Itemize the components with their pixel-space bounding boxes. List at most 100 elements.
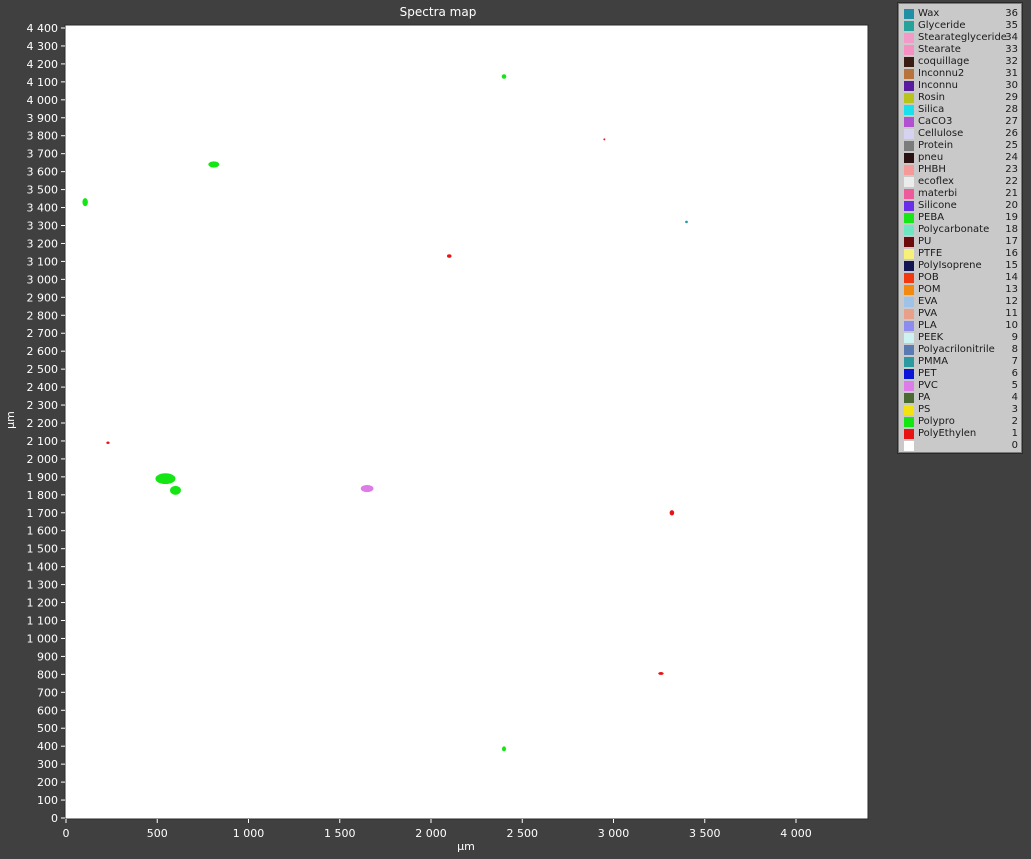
legend-item[interactable]: 0 (899, 440, 1021, 452)
particle-polyethylen[interactable] (603, 138, 606, 141)
legend-item[interactable]: materbi 21 (899, 188, 1021, 200)
legend-item[interactable]: Glyceride 35 (899, 20, 1021, 32)
legend-swatch (904, 369, 914, 379)
particle-polypro[interactable] (170, 485, 181, 495)
legend-item[interactable]: Inconnu 30 (899, 80, 1021, 92)
legend-item[interactable]: POB 14 (899, 272, 1021, 284)
legend-value: 34 (1005, 32, 1018, 43)
legend-value: 2 (1011, 416, 1018, 427)
particle-polypro[interactable] (155, 473, 176, 485)
legend-value: 16 (1005, 248, 1018, 259)
x-tick-label: 2 000 (415, 827, 447, 840)
legend-label: CaCO3 (918, 116, 953, 127)
legend-item[interactable]: PET 6 (899, 368, 1021, 380)
legend-item[interactable]: PA 4 (899, 392, 1021, 404)
legend-value: 19 (1005, 212, 1018, 223)
legend-swatch (904, 177, 914, 187)
legend-item[interactable]: PMMA 7 (899, 356, 1021, 368)
particle-polyethylen[interactable] (106, 441, 110, 445)
x-tick-label: 3 000 (598, 827, 630, 840)
legend-label: Protein (918, 140, 954, 151)
legend-label: PA (918, 392, 931, 403)
legend-swatch (904, 165, 914, 175)
y-tick-label: 3 200 (27, 237, 59, 250)
legend-item[interactable]: pneu 24 (899, 152, 1021, 164)
legend-item[interactable]: Wax 36 (899, 8, 1021, 20)
legend-item[interactable]: CaCO3 27 (899, 116, 1021, 128)
legend-item[interactable]: ecoflex 22 (899, 176, 1021, 188)
particle-pvc[interactable] (360, 484, 374, 493)
particle-polypro[interactable] (82, 198, 88, 207)
legend-item[interactable]: PVA 11 (899, 308, 1021, 320)
legend-swatch (904, 297, 914, 307)
legend-swatch (904, 333, 914, 343)
legend-swatch (904, 321, 914, 331)
legend-item[interactable]: Protein 25 (899, 140, 1021, 152)
x-tick-label: 4 000 (780, 827, 812, 840)
legend-value: 8 (1011, 344, 1018, 355)
legend-item[interactable]: EVA 12 (899, 296, 1021, 308)
legend-item[interactable]: PS 3 (899, 404, 1021, 416)
legend-swatch (904, 57, 914, 67)
y-tick-label: 2 300 (27, 399, 59, 412)
legend-label: PEEK (918, 332, 944, 343)
particle-polypro[interactable] (501, 746, 507, 752)
legend-value: 27 (1005, 116, 1018, 127)
legend-label: POM (918, 284, 941, 295)
legend-value: 30 (1005, 80, 1018, 91)
legend-label: Stearateglyceride (918, 32, 1007, 43)
legend-item[interactable]: Stearate 33 (899, 44, 1021, 56)
legend-value: 14 (1005, 272, 1018, 283)
particle-pmma[interactable] (685, 220, 688, 224)
y-tick-label: 1 600 (27, 525, 59, 538)
y-tick-label: 400 (37, 740, 58, 753)
legend-label: coquillage (918, 56, 970, 67)
legend-value: 4 (1011, 392, 1018, 403)
legend-item[interactable]: PHBH 23 (899, 164, 1021, 176)
particle-polyethylen[interactable] (446, 254, 452, 258)
legend-swatch (904, 225, 914, 235)
particle-polypro[interactable] (208, 161, 220, 168)
legend-item[interactable]: PEBA 19 (899, 212, 1021, 224)
legend-item[interactable]: PTFE 16 (899, 248, 1021, 260)
legend-value: 18 (1005, 224, 1018, 235)
y-tick-label: 600 (37, 704, 58, 717)
legend-item[interactable]: Stearateglyceride 34 (899, 32, 1021, 44)
y-tick-label: 3 800 (27, 130, 59, 143)
legend-label: PMMA (918, 356, 949, 367)
particle-polypro[interactable] (501, 74, 507, 79)
legend-item[interactable]: Silica 28 (899, 104, 1021, 116)
legend-item[interactable]: PVC 5 (899, 380, 1021, 392)
y-tick-label: 3 100 (27, 255, 59, 268)
legend-item[interactable]: Inconnu2 31 (899, 68, 1021, 80)
y-tick-label: 3 500 (27, 184, 59, 197)
legend-item[interactable]: PEEK 9 (899, 332, 1021, 344)
legend-value: 26 (1005, 128, 1018, 139)
legend-item[interactable]: PolyEthylen 1 (899, 428, 1021, 440)
particle-polyethylen[interactable] (658, 672, 664, 675)
legend-item[interactable]: Rosin 29 (899, 92, 1021, 104)
legend-item[interactable]: Polypro 2 (899, 416, 1021, 428)
y-tick-label: 2 900 (27, 291, 59, 304)
legend-value: 25 (1005, 140, 1018, 151)
legend-swatch (904, 129, 914, 139)
legend-item[interactable]: Silicone 20 (899, 200, 1021, 212)
y-tick-label: 2 500 (27, 363, 59, 376)
particle-polyethylen[interactable] (669, 510, 675, 516)
legend-item[interactable]: Polycarbonate 18 (899, 224, 1021, 236)
x-tick-label: 1 500 (324, 827, 356, 840)
legend-item[interactable]: PU 17 (899, 236, 1021, 248)
legend-value: 28 (1005, 104, 1018, 115)
legend-swatch (904, 33, 914, 43)
legend-item[interactable]: coquillage 32 (899, 56, 1021, 68)
y-tick-label: 500 (37, 722, 58, 735)
y-tick-label: 3 000 (27, 273, 59, 286)
y-axis: 0 100 200 300 400 500 600 700 800 900 1 000 1 100 1 … (27, 22, 65, 825)
legend-item[interactable]: POM 13 (899, 284, 1021, 296)
plot-area[interactable] (64, 24, 869, 820)
legend-swatch (904, 429, 914, 439)
legend-item[interactable]: Polyacrilonitrile 8 (899, 344, 1021, 356)
legend-item[interactable]: PolyIsoprene 15 (899, 260, 1021, 272)
legend-item[interactable]: Cellulose 26 (899, 128, 1021, 140)
legend-item[interactable]: PLA 10 (899, 320, 1021, 332)
